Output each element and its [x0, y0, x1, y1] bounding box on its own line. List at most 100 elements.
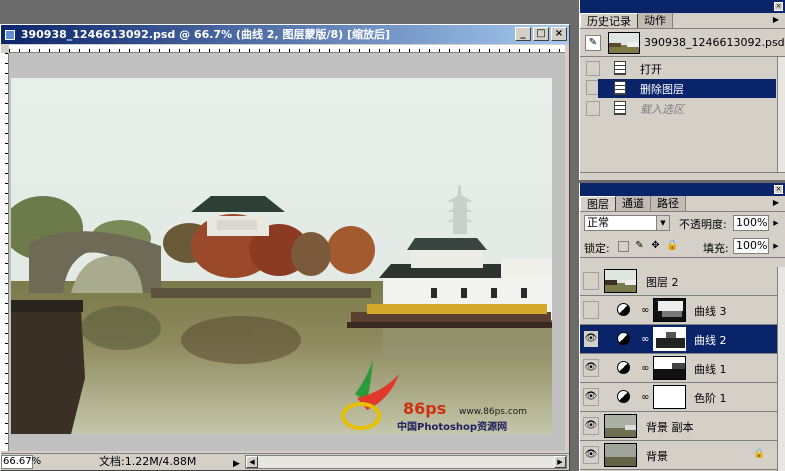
panel-menu-icon[interactable]: ▶ [770, 198, 782, 208]
fill-field[interactable]: 100% [733, 238, 769, 254]
history-item[interactable]: 载入选区 [580, 99, 776, 118]
layers-scrollbar[interactable] [777, 267, 785, 471]
blend-mode-select[interactable]: 正常 ▼ [584, 215, 670, 231]
boats [347, 304, 552, 328]
history-brush-source-icon[interactable]: ✎ [585, 35, 601, 51]
close-button[interactable]: × [551, 27, 567, 41]
layer-mask-thumbnail[interactable] [653, 298, 686, 322]
mask-link-icon[interactable]: ∞ [641, 305, 649, 316]
history-brush-source-box[interactable] [586, 101, 600, 116]
eye-icon[interactable]: 👁 [583, 359, 599, 377]
tab-actions[interactable]: 动作 [638, 13, 673, 28]
chevron-down-icon[interactable]: ▼ [656, 216, 669, 230]
layer-row[interactable]: 👁 背景 🔒 [580, 441, 777, 470]
document-info: 文档:1.22M/4.88M [99, 455, 197, 468]
blend-mode-value: 正常 [587, 216, 609, 229]
snapshot-thumbnail [608, 32, 640, 54]
layer-visibility-toggle[interactable] [583, 272, 599, 290]
tab-channels[interactable]: 通道 [616, 196, 651, 211]
canvas-photo[interactable]: 86ps www.86ps.com 中国Photoshop资源网 [11, 78, 552, 434]
layer-name: 曲线 1 [694, 363, 727, 376]
watermark-url: www.86ps.com [459, 407, 527, 417]
watermark-site-name: 中国Photoshop资源网 [397, 420, 507, 433]
layer-thumbnail [604, 414, 637, 438]
layer-row[interactable]: 👁 背景 副本 [580, 412, 777, 441]
photoshop-workspace: 390938_1246613092.psd @ 66.7% (曲线 2, 图层蒙… [0, 0, 785, 471]
document-status-bar: 66.67% 文档:1.22M/4.88M ▶ ◀ ▶ [1, 453, 569, 470]
mask-link-icon[interactable]: ∞ [641, 334, 649, 345]
fill-slider-arrow-icon[interactable]: ▶ [771, 240, 781, 252]
layer-row[interactable]: 👁 ∞ 色阶 1 [580, 383, 777, 412]
layer-thumbnail [604, 443, 637, 467]
status-menu-arrow-icon[interactable]: ▶ [233, 456, 243, 469]
mask-link-icon[interactable]: ∞ [641, 363, 649, 374]
history-panel: × 历史记录 动作 ▶ ✎ 390938_1246613092.psd 打开 删… [579, 0, 785, 180]
layers-panel-titlebar[interactable]: × [580, 183, 785, 196]
opacity-slider-arrow-icon[interactable]: ▶ [771, 217, 781, 229]
history-step-icon [614, 101, 626, 115]
panel-menu-icon[interactable]: ▶ [770, 15, 782, 25]
opacity-label: 不透明度: [679, 218, 727, 231]
scroll-left-arrow-icon[interactable]: ◀ [246, 456, 258, 468]
lock-label: 锁定: [584, 242, 610, 255]
horizontal-scrollbar[interactable]: ◀ ▶ [245, 455, 567, 469]
maximize-button[interactable]: □ [533, 27, 549, 41]
layers-list: 图层 2 ∞ 曲线 3 👁 ∞ 曲线 2 👁 ∞ 曲线 1 👁 ∞ 色阶 1 👁… [580, 267, 777, 471]
tab-history[interactable]: 历史记录 [580, 13, 638, 28]
history-step-icon [614, 81, 626, 95]
eye-icon[interactable]: 👁 [583, 388, 599, 406]
tab-paths[interactable]: 路径 [651, 196, 686, 211]
document-window: 390938_1246613092.psd @ 66.7% (曲线 2, 图层蒙… [0, 24, 570, 471]
lock-all-icon[interactable]: 🔒 [666, 241, 678, 252]
panel-close-icon[interactable]: × [774, 185, 783, 194]
mask-link-icon[interactable]: ∞ [641, 392, 649, 403]
tab-layers[interactable]: 图层 [580, 196, 616, 211]
history-brush-source-box[interactable] [586, 61, 600, 76]
layers-tabs: 图层 通道 路径 ▶ [580, 196, 785, 212]
lock-image-brush-icon[interactable]: ✎ [634, 241, 645, 252]
history-panel-titlebar[interactable]: × [580, 0, 785, 13]
document-title-bar[interactable]: 390938_1246613092.psd @ 66.7% (曲线 2, 图层蒙… [1, 25, 569, 44]
layer-row-selected[interactable]: 👁 ∞ 曲线 2 [580, 325, 777, 354]
blend-row: 正常 ▼ 不透明度: 100% ▶ [580, 212, 785, 234]
lock-position-move-icon[interactable]: ✥ [650, 241, 661, 252]
levels-adjustment-icon [617, 390, 630, 403]
lock-row: 锁定: ✎ ✥ 🔒 填充: 100% ▶ [580, 234, 785, 258]
eye-icon[interactable]: 👁 [583, 446, 599, 464]
layer-visibility-toggle[interactable] [583, 301, 599, 319]
layer-mask-thumbnail[interactable] [653, 327, 686, 351]
lock-transparency-icon[interactable] [618, 241, 629, 252]
layer-thumbnail [604, 269, 637, 293]
horizontal-ruler[interactable] [9, 45, 565, 53]
history-snapshot[interactable]: ✎ 390938_1246613092.psd [580, 29, 785, 57]
canvas-area[interactable]: 86ps www.86ps.com 中国Photoshop资源网 [9, 53, 565, 451]
layer-row[interactable]: 👁 ∞ 曲线 1 [580, 354, 777, 383]
history-item[interactable]: 打开 [580, 59, 776, 78]
curves-adjustment-icon [617, 303, 630, 316]
scroll-right-arrow-icon[interactable]: ▶ [554, 456, 566, 468]
curves-adjustment-icon [617, 332, 630, 345]
vertical-ruler[interactable] [1, 53, 9, 451]
eye-icon[interactable]: 👁 [583, 417, 599, 435]
layers-panel: × 图层 通道 路径 ▶ 正常 ▼ 不透明度: 100% ▶ 锁定: ✎ ✥ 🔒… [579, 183, 785, 471]
stone-bridge [29, 231, 161, 293]
history-item-label: 删除图层 [640, 83, 684, 96]
layer-row[interactable]: ∞ 曲线 3 [580, 296, 777, 325]
curves-adjustment-icon [617, 361, 630, 374]
history-item-selected[interactable]: 删除图层 [598, 79, 776, 98]
layer-name: 图层 2 [646, 276, 679, 289]
panel-close-icon[interactable]: × [774, 2, 783, 11]
layer-mask-thumbnail[interactable] [653, 385, 686, 409]
opacity-field[interactable]: 100% [733, 215, 769, 231]
zoom-field[interactable]: 66.67% [1, 455, 41, 469]
eye-icon[interactable]: 👁 [583, 330, 599, 348]
document-title: 390938_1246613092.psd @ 66.7% (曲线 2, 图层蒙… [20, 28, 391, 41]
layer-mask-thumbnail[interactable] [653, 356, 686, 380]
history-scrollbar[interactable] [777, 57, 785, 172]
layer-row[interactable]: 图层 2 [580, 267, 777, 296]
photoshop-document-icon [5, 30, 15, 40]
minimize-button[interactable]: _ [515, 27, 531, 41]
history-step-icon [614, 61, 626, 75]
fill-label: 填充: [703, 242, 729, 255]
history-item-label: 打开 [640, 63, 662, 76]
